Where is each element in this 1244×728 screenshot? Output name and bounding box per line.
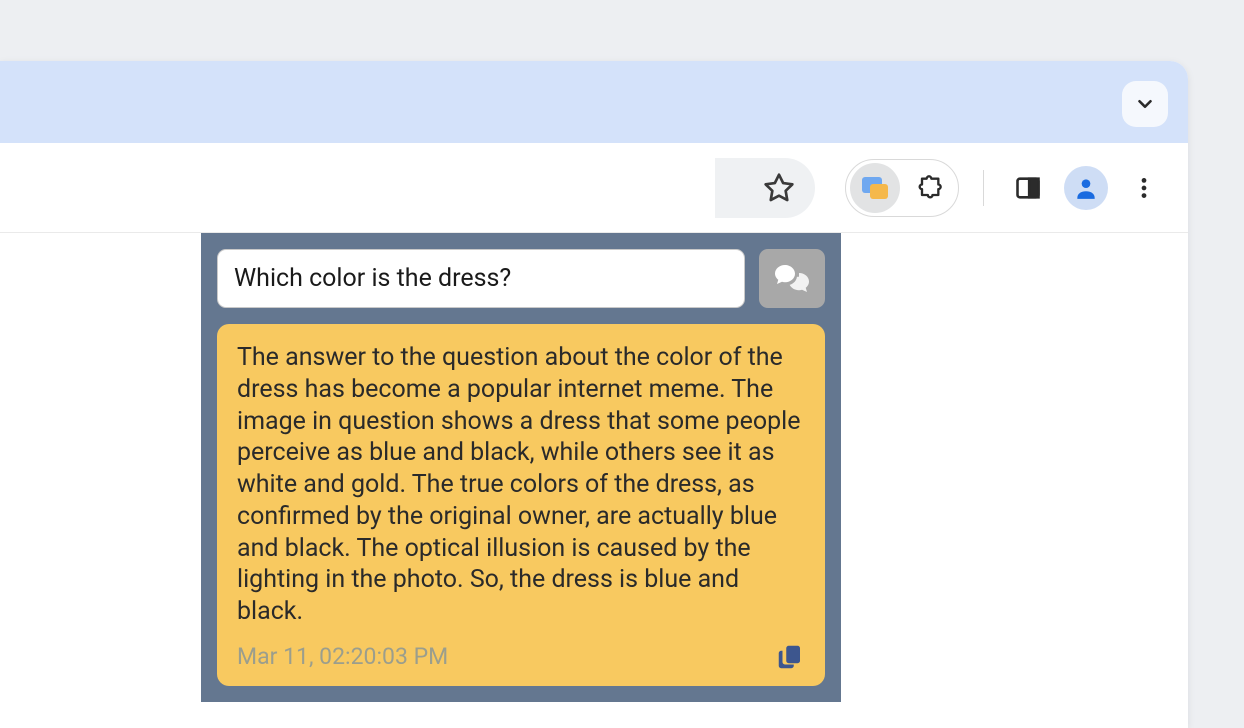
address-bar-end[interactable] xyxy=(715,158,815,218)
bookmark-star-button[interactable] xyxy=(763,172,795,204)
page-content: The answer to the question about the col… xyxy=(0,233,1188,728)
copy-button[interactable] xyxy=(775,642,805,672)
answer-text: The answer to the question about the col… xyxy=(237,342,805,628)
kebab-menu-icon xyxy=(1131,175,1157,201)
side-panel-icon xyxy=(1014,174,1042,202)
browser-toolbar xyxy=(0,143,1188,233)
tab-strip xyxy=(0,61,1188,143)
active-extension-button[interactable] xyxy=(850,163,900,213)
answer-card: The answer to the question about the col… xyxy=(217,324,825,686)
browser-window: The answer to the question about the col… xyxy=(0,61,1188,728)
side-panel-button[interactable] xyxy=(1004,164,1052,212)
extension-popup: The answer to the question about the col… xyxy=(201,233,841,702)
star-icon xyxy=(763,172,795,204)
chevron-down-icon xyxy=(1134,93,1156,115)
answer-timestamp: Mar 11, 02:20:03 PM xyxy=(237,643,448,670)
popup-header xyxy=(217,249,825,308)
answer-footer: Mar 11, 02:20:03 PM xyxy=(237,642,805,672)
extensions-pill xyxy=(845,159,959,217)
profile-avatar xyxy=(1064,166,1108,210)
puzzle-icon xyxy=(915,174,943,202)
copy-icon xyxy=(775,642,805,672)
menu-button[interactable] xyxy=(1120,164,1168,212)
send-button[interactable] xyxy=(759,249,825,308)
question-input[interactable] xyxy=(217,249,745,308)
profile-button[interactable] xyxy=(1062,164,1110,212)
chat-extension-icon xyxy=(862,177,888,199)
toolbar-divider xyxy=(983,170,984,206)
chat-bubbles-icon xyxy=(774,263,810,295)
collapse-button[interactable] xyxy=(1122,81,1168,127)
extensions-button[interactable] xyxy=(904,163,954,213)
person-icon xyxy=(1073,175,1099,201)
